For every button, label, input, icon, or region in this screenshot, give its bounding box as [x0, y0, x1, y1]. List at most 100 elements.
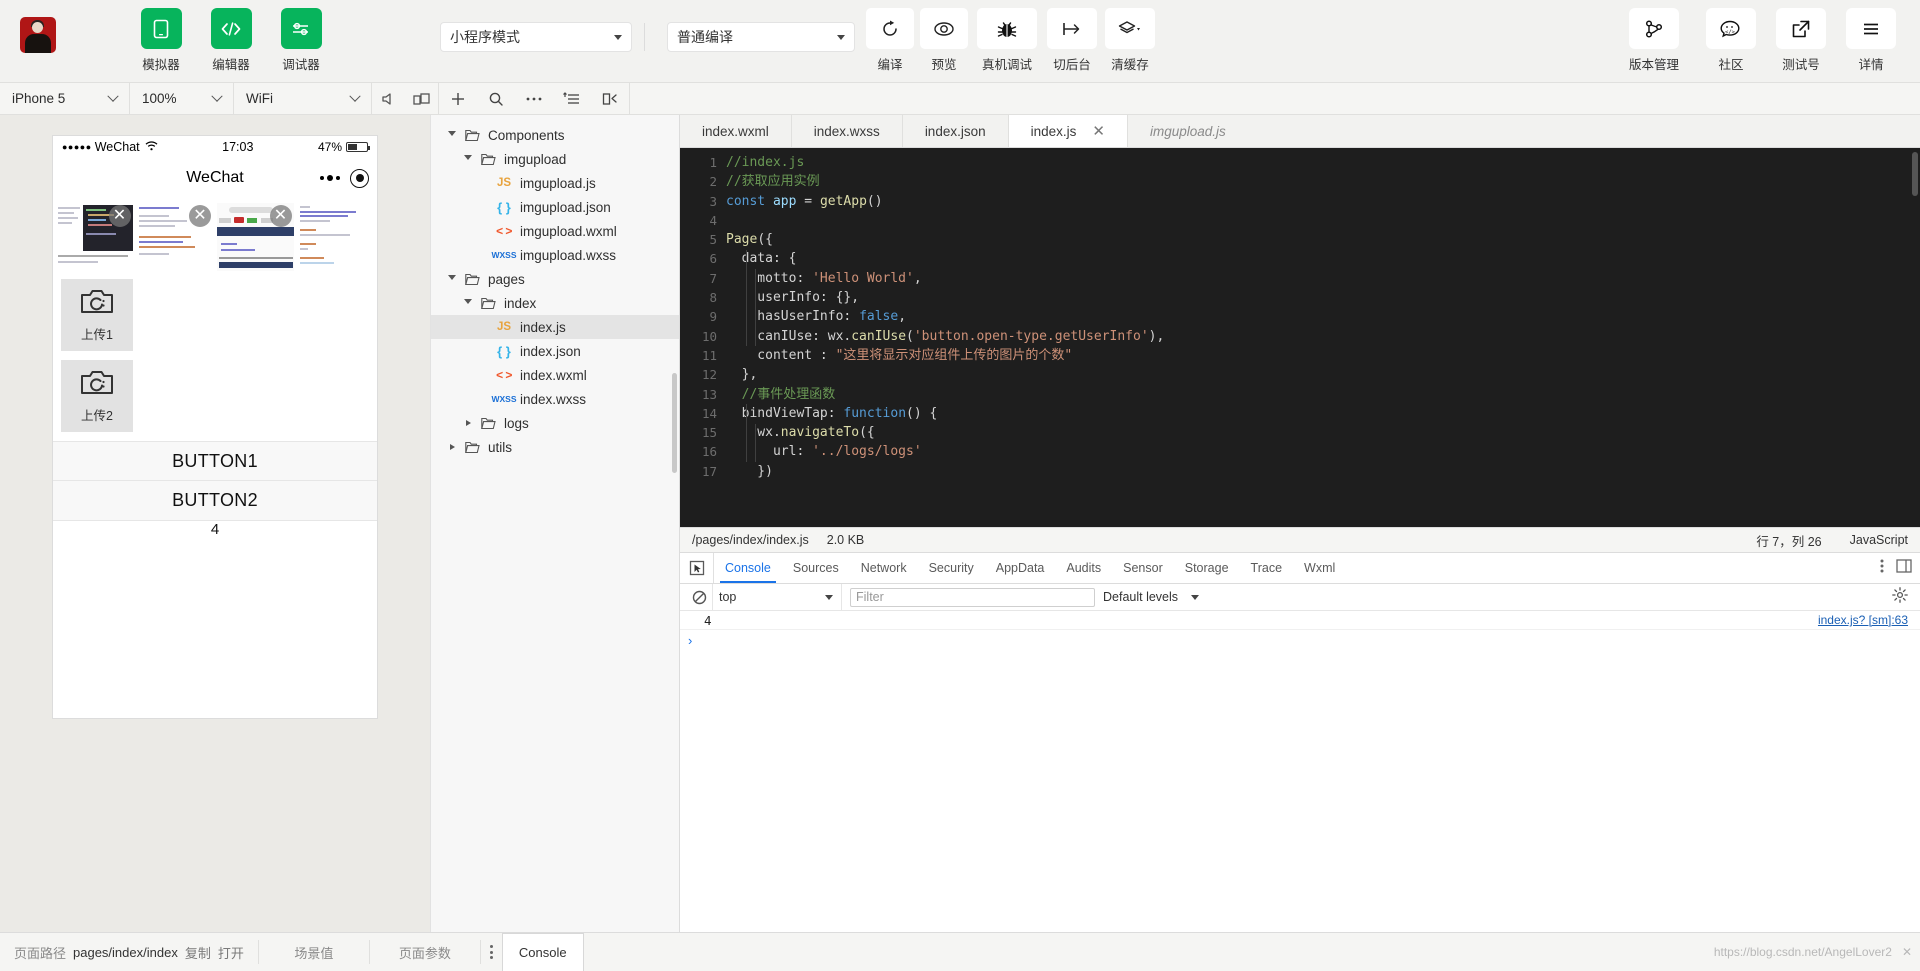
more-dots-icon[interactable] — [320, 175, 340, 181]
editor-tab-index-json[interactable]: index.json — [903, 115, 1009, 147]
inspect-element-icon[interactable] — [680, 553, 714, 583]
open-path-button[interactable]: 打开 — [218, 943, 244, 962]
console-filter-input[interactable]: Filter — [850, 587, 1095, 607]
console-prompt[interactable]: › — [680, 630, 1920, 650]
devtools-tab-label: Sources — [792, 561, 839, 575]
tree-item-index-json[interactable]: { } index.json — [431, 339, 679, 363]
capsule-buttons[interactable] — [320, 168, 369, 188]
toolbar-button-community[interactable]: </> 社区 — [1703, 8, 1759, 73]
line-number: 3 — [709, 193, 717, 209]
context-select[interactable]: top — [712, 584, 842, 610]
log-source-link[interactable]: index.js? [sm]:63 — [1818, 613, 1908, 627]
devtools-tab-network[interactable]: Network — [850, 553, 918, 583]
devtools-tab-audits[interactable]: Audits — [1055, 553, 1112, 583]
tree-item-index-wxml[interactable]: < > index.wxml — [431, 363, 679, 387]
scene-value-button[interactable]: 场景值 — [259, 933, 369, 971]
zoom-select[interactable]: 100% — [130, 83, 234, 114]
toolbar-button-background[interactable]: 切后台 — [1045, 8, 1099, 73]
add-icon[interactable] — [439, 91, 477, 107]
page-params-button[interactable]: 页面参数 — [370, 933, 480, 971]
toolbar-button-compile[interactable]: 编译 — [865, 8, 915, 73]
code-editor[interactable]: 1 2 3 4 5 6 7 8 9 10 11 12 13 14 15 16 17 //index.js//获取… — [680, 148, 1920, 527]
toolbar-button-simulator[interactable]: 模拟器 — [133, 8, 189, 73]
more-icon[interactable] — [515, 96, 553, 102]
upload-button-1[interactable]: 上传1 — [61, 279, 133, 351]
target-icon[interactable] — [350, 168, 369, 188]
tree-item-imgupload-js[interactable]: JS imgupload.js — [431, 171, 679, 195]
editor-tab-index-wxml[interactable]: index.wxml — [680, 115, 792, 147]
mini-button-2[interactable]: BUTTON2 — [53, 481, 377, 521]
chevron-down-icon[interactable] — [445, 131, 459, 139]
toolbar-button-test-account[interactable]: 测试号 — [1773, 8, 1829, 73]
code-content[interactable]: //index.js //获取应用实例 const app = getApp() Pa… — [726, 148, 1920, 527]
tree-item-imgupload[interactable]: imgupload — [431, 147, 679, 171]
tree-item-logs[interactable]: logs — [431, 411, 679, 435]
thumbnail-item[interactable]: ✕ — [136, 203, 213, 271]
log-levels-select[interactable]: Default levels — [1103, 590, 1200, 604]
tree-item-index[interactable]: index — [431, 291, 679, 315]
editor-tab-index-js[interactable]: index.js ✕ — [1008, 115, 1128, 147]
tree-item-index-js[interactable]: JS index.js — [431, 315, 679, 339]
toolbar-button-details[interactable]: 详情 — [1843, 8, 1899, 73]
toolbar-button-clear-cache[interactable]: 清缓存 — [1103, 8, 1157, 73]
network-select[interactable]: WiFi — [234, 83, 372, 114]
volume-icon[interactable] — [372, 92, 405, 106]
devtools-tab-security[interactable]: Security — [918, 553, 985, 583]
rotate-icon[interactable] — [405, 92, 438, 106]
editor-scrollbar[interactable] — [1912, 152, 1918, 196]
close-tab-icon[interactable]: ✕ — [1092, 124, 1105, 139]
kebab-menu-icon[interactable] — [1880, 558, 1884, 579]
chevron-right-icon[interactable] — [461, 420, 475, 426]
user-avatar[interactable] — [20, 17, 56, 53]
devtools-settings-icon[interactable] — [1892, 586, 1920, 608]
compile-select[interactable]: 普通编译 — [667, 22, 855, 52]
toolbar-button-real-debug[interactable]: 真机调试 — [974, 8, 1040, 73]
tree-item-index-wxss[interactable]: WXSS index.wxss — [431, 387, 679, 411]
outline-icon[interactable] — [553, 91, 591, 106]
toolbar-button-version[interactable]: 版本管理 — [1619, 8, 1689, 73]
devtools-tab-appdata[interactable]: AppData — [985, 553, 1056, 583]
thumbnail-item[interactable]: ✕ — [56, 203, 133, 271]
editor-tab-index-wxss[interactable]: index.wxss — [792, 115, 903, 147]
tree-item-imgupload-wxss[interactable]: WXSS imgupload.wxss — [431, 243, 679, 267]
kebab-menu-icon[interactable] — [481, 945, 502, 959]
thumbnail-item[interactable]: ✕ — [217, 203, 294, 271]
search-icon[interactable] — [477, 91, 515, 107]
editor-tab-imgupload-js[interactable]: imgupload.js — [1128, 115, 1248, 147]
console-drawer-tab[interactable]: Console — [501, 933, 584, 971]
tree-item-Components[interactable]: Components — [431, 123, 679, 147]
devtools-tab-storage[interactable]: Storage — [1174, 553, 1240, 583]
dock-panel-icon[interactable] — [1896, 558, 1912, 578]
devtools-tab-wxml[interactable]: Wxml — [1293, 553, 1346, 583]
copy-path-button[interactable]: 复制 — [185, 943, 211, 962]
upload-button-2[interactable]: 上传2 — [61, 360, 133, 432]
split-icon[interactable] — [591, 92, 629, 106]
chevron-down-icon[interactable] — [461, 155, 475, 163]
toolbar-button-preview[interactable]: 预览 — [919, 8, 969, 73]
mode-select[interactable]: 小程序模式 — [440, 22, 632, 52]
chevron-down-icon[interactable] — [461, 299, 475, 307]
line-number: 12 — [701, 367, 717, 383]
remove-image-button[interactable]: ✕ — [108, 205, 131, 227]
thumbnail-item[interactable] — [297, 203, 374, 271]
console-output[interactable]: 4 index.js? [sm]:63 › — [680, 611, 1920, 932]
tree-item-imgupload-wxml[interactable]: < > imgupload.wxml — [431, 219, 679, 243]
clear-console-icon[interactable] — [686, 590, 712, 605]
devtools-tab-trace[interactable]: Trace — [1240, 553, 1294, 583]
toolbar-button-debugger[interactable]: 调试器 — [273, 8, 329, 73]
devtools-tab-sensor[interactable]: Sensor — [1112, 553, 1174, 583]
tree-item-imgupload-json[interactable]: { } imgupload.json — [431, 195, 679, 219]
explorer-scrollbar[interactable] — [672, 373, 677, 473]
mini-button-1[interactable]: BUTTON1 — [53, 441, 377, 482]
chevron-right-icon[interactable] — [445, 444, 459, 450]
devtools-tab-sources[interactable]: Sources — [782, 553, 850, 583]
tree-item-utils[interactable]: utils — [431, 435, 679, 459]
device-select[interactable]: iPhone 5 — [0, 83, 130, 114]
close-icon[interactable]: ✕ — [1902, 945, 1912, 959]
tree-item-pages[interactable]: pages — [431, 267, 679, 291]
remove-image-button[interactable]: ✕ — [269, 205, 292, 227]
remove-image-button[interactable]: ✕ — [189, 205, 211, 227]
devtools-tab-console[interactable]: Console — [714, 553, 782, 583]
chevron-down-icon[interactable] — [445, 275, 459, 283]
toolbar-button-editor[interactable]: 编辑器 — [203, 8, 259, 73]
